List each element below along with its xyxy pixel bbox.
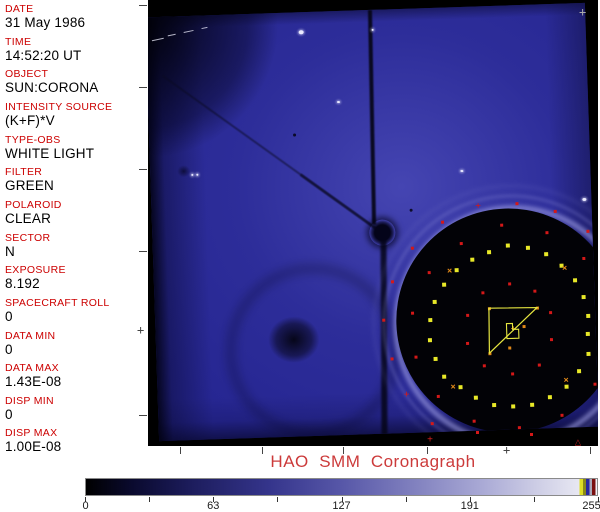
pointer-polygon-overlay: [488, 306, 539, 355]
star-point: [196, 173, 199, 176]
metadata-label: FILTER: [5, 166, 43, 179]
colorbar-tick: [149, 497, 151, 502]
metadata-value: 1.43E-08: [5, 374, 62, 390]
colorbar-tick: [533, 497, 535, 502]
metadata-field-object: OBJECT SUN:CORONA: [5, 68, 145, 95]
metadata-field-time: TIME 14:52:20 UT: [5, 36, 145, 63]
star-point: [191, 173, 194, 176]
plot-title: HAO SMM Coronagraph: [270, 452, 476, 471]
metadata-value: SUN:CORONA: [5, 80, 99, 96]
colorbar-tick-label: 127: [332, 500, 351, 512]
frame-tick-bottom: [590, 447, 591, 454]
fiducial-extra-dot: [476, 431, 479, 434]
metadata-value: CLEAR: [5, 210, 52, 226]
colorbar-tick-label: 191: [460, 500, 479, 512]
frame-tick-bottom: [180, 447, 181, 454]
metadata-label: DATA MIN: [5, 329, 56, 342]
metadata-label: EXPOSURE: [5, 264, 66, 277]
metadata-label: OBJECT: [5, 68, 49, 81]
metadata-value: WHITE LIGHT: [5, 145, 95, 161]
metadata-label: INTENSITY SOURCE: [5, 100, 113, 113]
fiducial-extra-tri: △: [574, 437, 582, 447]
metadata-field-disp-max: DISP MAX 1.00E-08: [5, 427, 145, 454]
metadata-value: GREEN: [5, 178, 55, 194]
metadata-label: POLAROID: [5, 198, 62, 211]
colorbar-tick: [277, 497, 279, 502]
coronagraph-image-area: ××××++++ + △: [148, 0, 598, 446]
metadata-field-exposure: EXPOSURE 8.192: [5, 264, 145, 291]
frame-tick-bottom: [262, 447, 263, 454]
coronagraph-viewer-window: DATE 31 May 1986 TIME 14:52:20 UT OBJECT SUN:…: [0, 0, 600, 512]
frame-tick-left: [139, 251, 147, 252]
frame-plus-left: +: [137, 323, 145, 337]
coronagraph-photo: ××××++++: [148, 2, 598, 442]
metadata-value: 0: [5, 308, 13, 324]
intensity-colorbar: [85, 478, 598, 496]
metadata-label: TYPE-OBS: [5, 133, 61, 146]
metadata-label: DISP MAX: [5, 427, 58, 440]
metadata-value: 0: [5, 406, 13, 422]
frame-tick-left: [139, 87, 147, 88]
metadata-field-date: DATE 31 May 1986: [5, 3, 145, 30]
dark-speck: [409, 208, 413, 212]
fiducial-extra-dot: [530, 433, 533, 436]
colorbar-tick-label: 255: [582, 500, 600, 512]
metadata-label: DATE: [5, 3, 34, 15]
metadata-field-data-min: DATA MIN 0: [5, 330, 145, 357]
metadata-value: 14:52:20 UT: [5, 47, 82, 63]
star-point: [371, 28, 374, 31]
frame-tick-left: [139, 415, 147, 416]
colorbar-tick-label: 0: [82, 500, 89, 512]
metadata-value: 0: [5, 341, 13, 357]
metadata-value: (K+F)*V: [5, 112, 55, 128]
dark-speck: [293, 133, 297, 137]
metadata-field-disp-min: DISP MIN 0: [5, 395, 145, 422]
metadata-field-sector: SECTOR N: [5, 232, 145, 259]
metadata-label: SECTOR: [5, 231, 51, 244]
metadata-sidebar: DATE 31 May 1986 TIME 14:52:20 UT OBJECT SUN:…: [0, 0, 146, 460]
frame-plus-top-right: +: [579, 5, 587, 19]
metadata-label: DISP MIN: [5, 394, 54, 407]
metadata-label: SPACECRAFT ROLL: [5, 296, 110, 309]
metadata-label: TIME: [5, 35, 32, 48]
frame-tick-left: [139, 5, 147, 6]
metadata-field-spacecraft-roll: SPACECRAFT ROLL 0: [5, 297, 145, 324]
frame-plus-bottom: +: [503, 443, 511, 457]
colorbar-tick: [405, 497, 407, 502]
metadata-field-filter: FILTER GREEN: [5, 166, 145, 193]
metadata-field-type-obs: TYPE-OBS WHITE LIGHT: [5, 134, 145, 161]
colorbar-tick-label: 63: [207, 500, 220, 512]
metadata-field-data-max: DATA MAX 1.43E-08: [5, 362, 145, 389]
frame-tick-left: [139, 169, 147, 170]
metadata-value: 1.00E-08: [5, 439, 62, 455]
metadata-label: DATA MAX: [5, 362, 59, 375]
frame-tick-bottom: [427, 447, 428, 454]
metadata-value: 8.192: [5, 276, 40, 292]
metadata-value: N: [5, 243, 15, 259]
metadata-value: 31 May 1986: [5, 15, 86, 30]
metadata-field-intensity-source: INTENSITY SOURCE (K+F)*V: [5, 101, 145, 128]
frame-tick-bottom: [343, 447, 344, 454]
metadata-field-polaroid: POLAROID CLEAR: [5, 199, 145, 226]
fiducial-extra-plus: +: [427, 434, 433, 446]
fiducial-dot: [577, 431, 581, 435]
